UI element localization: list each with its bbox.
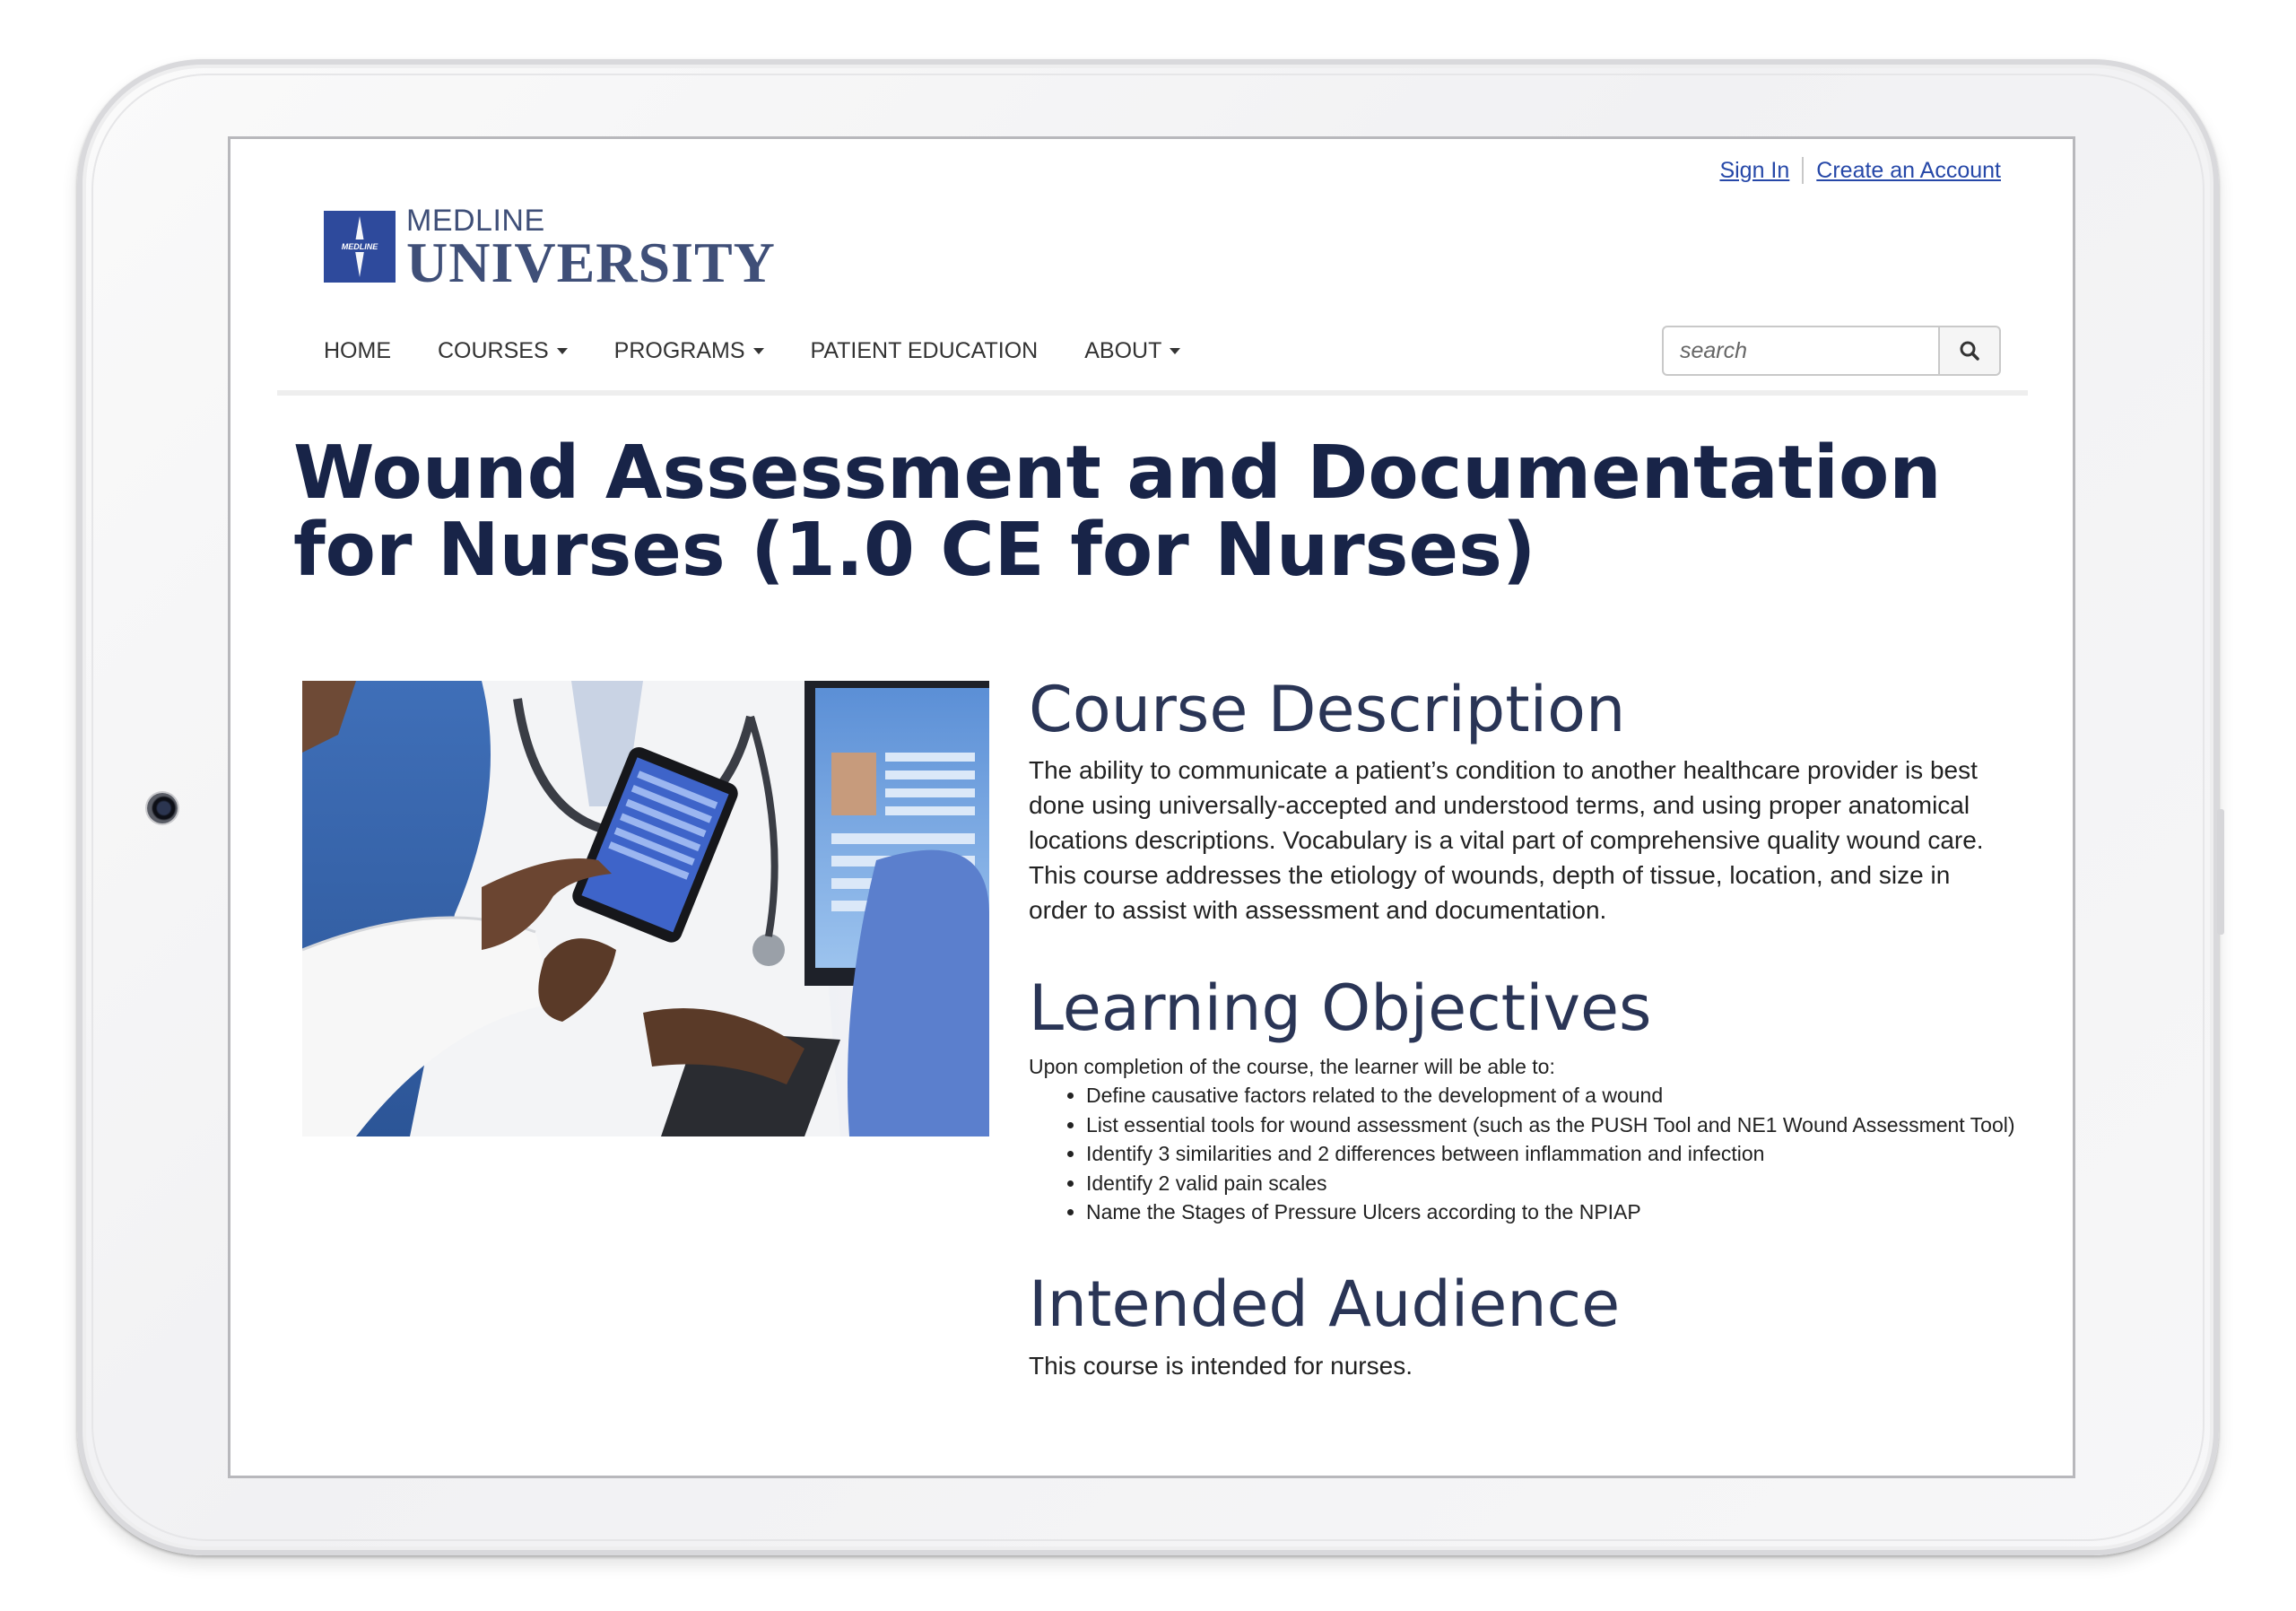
- search-input[interactable]: [1662, 326, 1940, 376]
- camera-icon: [147, 793, 178, 823]
- list-item: Identify 2 valid pain scales: [1086, 1169, 2015, 1198]
- list-item: Identify 3 similarities and 2 difference…: [1086, 1139, 2015, 1169]
- create-account-link[interactable]: Create an Account: [1816, 158, 2001, 184]
- main-nav: HOME COURSES PROGRAMS PATIENT EDUCATION …: [324, 338, 1227, 364]
- medline-star-logo-icon: MEDLINE: [324, 211, 396, 283]
- learning-objectives-heading: Learning Objectives: [1029, 971, 1652, 1045]
- logo-wordmark-bottom: UNIVERSITY: [406, 231, 776, 294]
- intended-audience-text: This course is intended for nurses.: [1029, 1352, 1413, 1380]
- nav-home[interactable]: HOME: [324, 338, 391, 364]
- learning-objectives-intro: Upon completion of the course, the learn…: [1029, 1055, 1555, 1078]
- nav-divider: [277, 390, 2028, 396]
- nav-about[interactable]: ABOUT: [1084, 338, 1181, 364]
- logo-wordmark: MEDLINE UNIVERSITY: [406, 205, 776, 292]
- caret-down-icon: [752, 348, 764, 354]
- course-description-text: The ability to communicate a patient’s c…: [1029, 755, 1984, 924]
- sign-in-link[interactable]: Sign In: [1719, 158, 1789, 184]
- intended-audience-heading: Intended Audience: [1029, 1267, 1621, 1341]
- nav-patient-education-label: PATIENT EDUCATION: [810, 338, 1039, 363]
- list-item: Define causative factors related to the …: [1086, 1081, 2015, 1110]
- caret-down-icon: [1170, 348, 1181, 354]
- course-description-heading: Course Description: [1029, 673, 1626, 746]
- account-links: Sign In Create an Account: [1719, 157, 2001, 184]
- search-bar: [1662, 326, 2001, 376]
- page-title: Wound Assessment and Documentation for N…: [293, 431, 1942, 593]
- medline-university-logo[interactable]: MEDLINE MEDLINE UNIVERSITY: [324, 205, 776, 292]
- nav-courses-label: COURSES: [438, 338, 549, 363]
- nav-home-label: HOME: [324, 338, 391, 363]
- nav-programs[interactable]: PROGRAMS: [614, 338, 764, 364]
- svg-text:MEDLINE: MEDLINE: [342, 242, 378, 251]
- link-divider: [1802, 157, 1805, 184]
- nav-about-label: ABOUT: [1084, 338, 1162, 363]
- learning-objectives-list: Define causative factors related to the …: [1029, 1081, 2015, 1227]
- browser-screen: Sign In Create an Account MEDLINE MEDLIN…: [228, 136, 2075, 1478]
- course-content: Course Description The ability to commun…: [1029, 673, 2015, 1383]
- nav-patient-education[interactable]: PATIENT EDUCATION: [811, 338, 1039, 364]
- search-button[interactable]: [1940, 326, 2001, 376]
- caret-down-icon: [556, 348, 568, 354]
- list-item: Name the Stages of Pressure Ulcers accor…: [1086, 1197, 2015, 1227]
- list-item: List essential tools for wound assessmen…: [1086, 1110, 2015, 1140]
- hero-image: [302, 681, 989, 1136]
- search-icon: [1960, 341, 1979, 361]
- photo-clinicians-with-tablet-icon: [302, 681, 989, 1136]
- side-button: [2217, 809, 2224, 935]
- nav-programs-label: PROGRAMS: [613, 338, 745, 363]
- nav-courses[interactable]: COURSES: [438, 338, 568, 364]
